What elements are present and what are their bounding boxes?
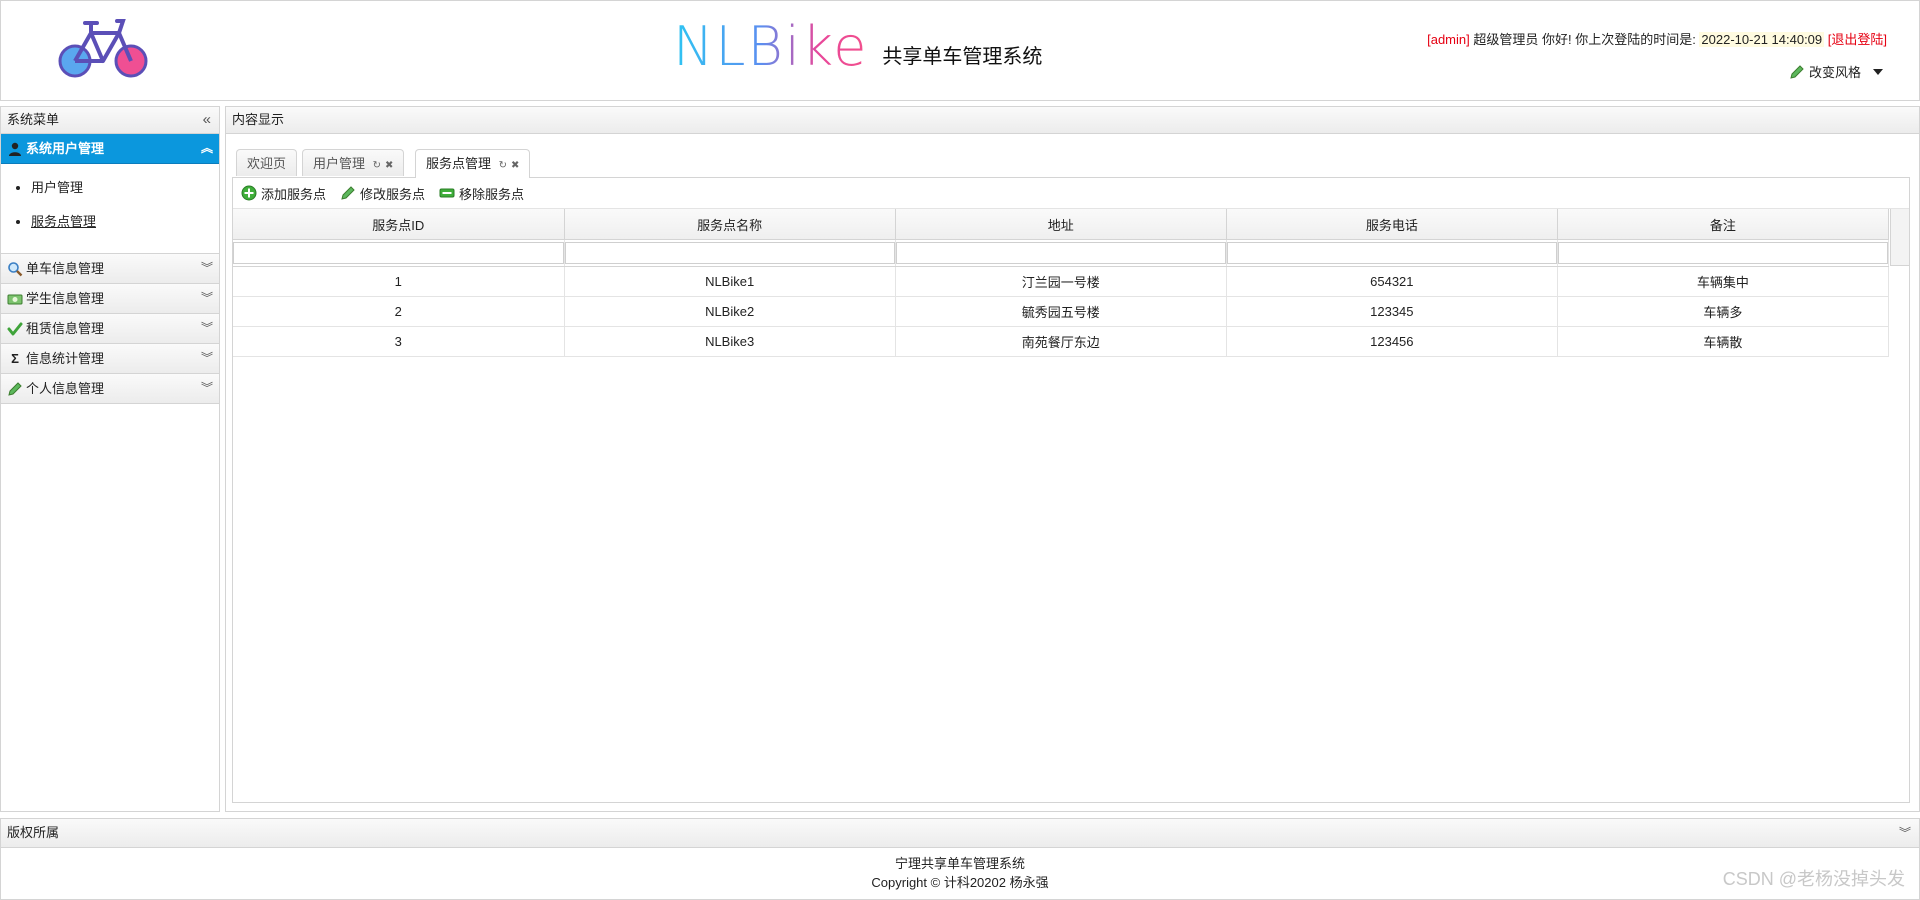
menu-group-label: 租赁信息管理 [26,321,105,336]
menu-group-label: 单车信息管理 [26,261,105,276]
menu-group-bike-info[interactable]: 单车信息管理 ︾ [1,254,219,284]
filter-row [233,239,1890,267]
money-icon [7,294,23,304]
menu-group-label: 系统用户管理 [26,141,105,156]
column-header-id[interactable]: 服务点ID [233,209,565,240]
footer-title: 版权所属 [7,825,60,840]
column-header-remark[interactable]: 备注 [1557,209,1890,240]
menu-group-statistics[interactable]: Σ 信息统计管理 ︾ [1,344,219,374]
tab-welcome[interactable]: 欢迎页 [236,149,298,176]
pencil-icon [1790,64,1804,79]
app-header: NLBike 共享单车管理系统 [admin] 超级管理员 你好! 你上次登陆的… [0,0,1920,101]
logout-link[interactable]: [退出登陆] [1828,32,1887,47]
pencil-icon [8,381,22,396]
change-theme-label: 改变风格 [1808,65,1861,80]
chevron-down-icon[interactable]: ︾ [201,254,213,283]
filter-input-phone[interactable] [1226,242,1557,264]
tab-service-points[interactable]: 服务点管理 ↻ ✖ [415,149,531,178]
chevron-down-icon[interactable]: ︾ [201,284,213,313]
grid-toolbar: 添加服务点 修改服务点 移除服务点 [233,178,1909,209]
column-header-address[interactable]: 地址 [895,209,1227,240]
footer-system-name: 宁理共享单车管理系统 [894,856,1025,871]
footer: 版权所属 ︾ 宁理共享单车管理系统 Copyright © 计科20202 杨永… [0,818,1920,900]
check-icon [7,322,23,335]
add-service-point-button[interactable]: 添加服务点 [241,184,326,203]
footer-text: 宁理共享单车管理系统 Copyright © 计科20202 杨永强 [1,848,1919,892]
menu-group-label: 学生信息管理 [26,291,105,306]
footer-copyright: Copyright © 计科20202 杨永强 [871,875,1049,890]
user-tag: [admin] [1427,32,1470,47]
filter-input-name[interactable] [564,242,895,264]
content-title: 内容显示 [232,112,285,127]
table-row[interactable]: 2 NLBike2 毓秀园五号楼 123345 车辆多 [233,296,1890,327]
column-header-name[interactable]: 服务点名称 [564,209,896,240]
close-icon[interactable]: ✖ [511,160,519,171]
menu-item-user-management[interactable]: 用户管理 [31,176,219,210]
sidebar-title: 系统菜单 [7,112,60,127]
brand-name: NLBike [673,15,869,78]
user-icon [9,142,21,156]
filter-input-remark[interactable] [1557,242,1888,264]
collapse-left-icon[interactable]: « [203,107,211,133]
content-header: 内容显示 [226,107,1919,134]
change-theme-button[interactable]: 改变风格 [1789,62,1883,81]
menu-group-personal-info[interactable]: 个人信息管理 ︾ [1,374,219,404]
bicycle-logo-icon [58,19,148,78]
datagrid: 添加服务点 修改服务点 移除服务点 服务点ID 服务点名称 地址 服务电话 备注… [232,178,1910,803]
chevron-down-icon[interactable]: ︾ [1899,819,1911,847]
close-icon[interactable]: ✖ [385,160,393,171]
table-row[interactable]: 3 NLBike3 南苑餐厅东边 123456 车辆散 [233,326,1890,357]
sigma-icon: Σ [11,350,19,366]
tab-user-management[interactable]: 用户管理 ↻ ✖ [302,149,405,176]
chevron-down-icon[interactable]: ︾ [201,344,213,373]
brand-subtitle: 共享单车管理系统 [882,44,1043,68]
table-row[interactable]: 1 NLBike1 汀兰园一号楼 654321 车辆集中 [233,266,1890,297]
content-panel: 内容显示 欢迎页 用户管理 ↻ ✖ 服务点管理 ↻ ✖ 添加服务点 修改服务点 … [225,106,1920,812]
pencil-icon [341,186,355,200]
menu-group-system-users[interactable]: 系统用户管理 ︽ [1,134,219,164]
greeting-text: 超级管理员 你好! 你上次登陆的时间是: [1469,32,1700,47]
chevron-down-icon[interactable]: ︾ [201,314,213,343]
chevron-down-icon[interactable]: ︾ [201,374,213,403]
chevron-down-icon [1873,68,1883,75]
footer-header: 版权所属 ︾ [1,819,1919,848]
refresh-icon[interactable]: ↻ [373,160,381,171]
sidebar-header: 系统菜单 « [1,107,219,134]
column-header-phone[interactable]: 服务电话 [1226,209,1558,240]
remove-icon [439,188,455,198]
menu-group-label: 个人信息管理 [26,381,105,396]
table-header-scroll-spacer [1890,209,1909,266]
add-icon [241,185,257,201]
edit-service-point-button[interactable]: 修改服务点 [340,184,425,203]
menu-group-student-info[interactable]: 学生信息管理 ︾ [1,284,219,314]
chevron-up-icon[interactable]: ︽ [201,134,213,163]
filter-input-id[interactable] [233,242,564,264]
refresh-icon[interactable]: ↻ [499,160,507,171]
filter-input-address[interactable] [895,242,1226,264]
sidebar: 系统菜单 « 系统用户管理 ︽ 用户管理 服务点管理 单车信息管理 ︾ 学生信息… [0,106,220,812]
menu-group-label: 信息统计管理 [26,351,105,366]
brand: NLBike 共享单车管理系统 [673,17,1042,77]
user-info: [admin] 超级管理员 你好! 你上次登陆的时间是: 2022-10-21 … [1427,29,1887,48]
menu-item-service-points[interactable]: 服务点管理 [31,210,219,244]
search-icon [8,261,23,276]
watermark: CSDN @老杨没掉头发 [1722,869,1905,889]
remove-service-point-button[interactable]: 移除服务点 [439,184,524,203]
menu-group-body: 用户管理 服务点管理 [1,164,219,254]
menu-group-rental-info[interactable]: 租赁信息管理 ︾ [1,314,219,344]
last-login-time: 2022-10-21 14:40:09 [1699,32,1825,47]
service-points-table: 服务点ID 服务点名称 地址 服务电话 备注 1 NLBike1 汀兰园一号楼 … [233,209,1890,357]
tabs-bar: 欢迎页 用户管理 ↻ ✖ 服务点管理 ↻ ✖ [232,147,1910,178]
